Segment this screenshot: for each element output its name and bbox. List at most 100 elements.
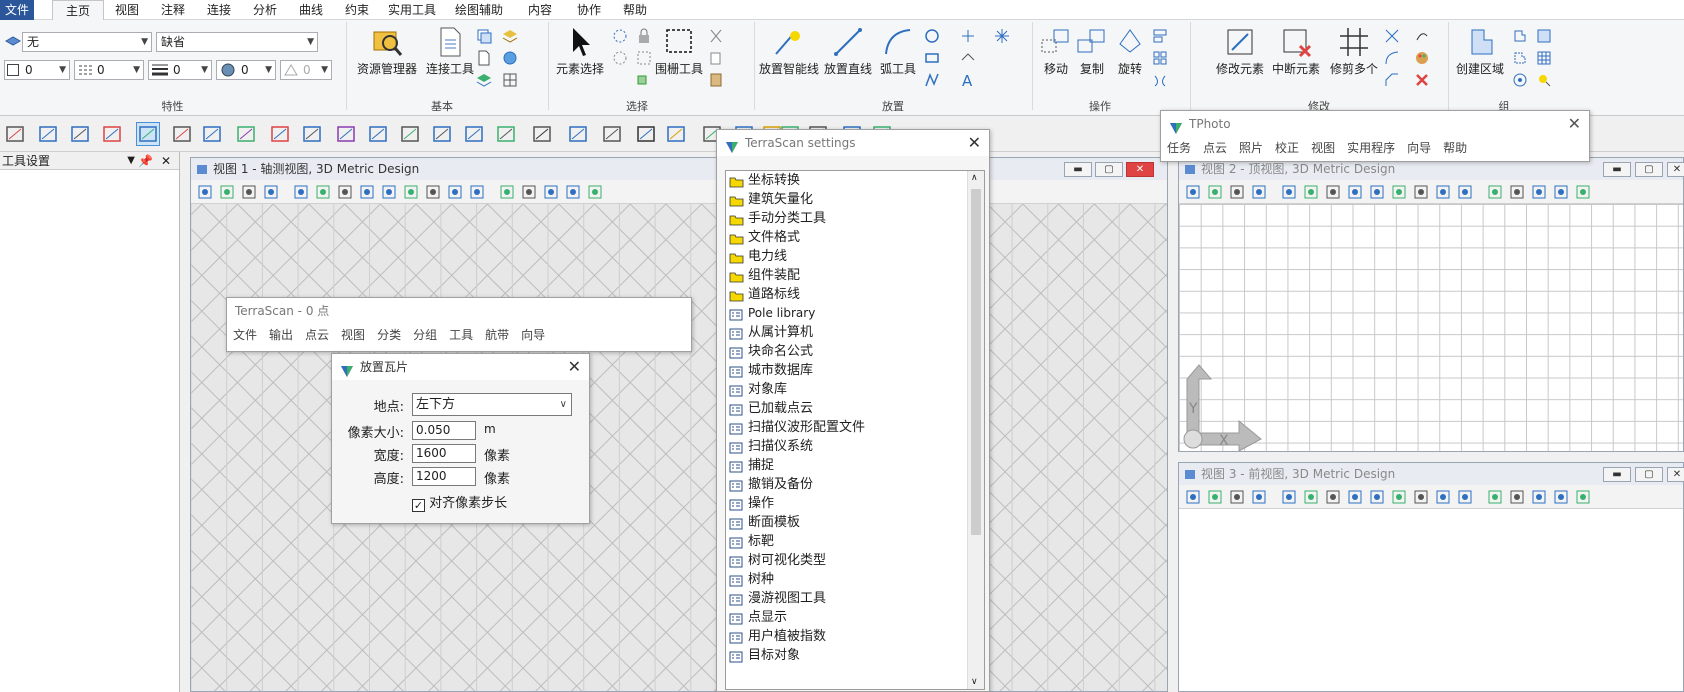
view-tool-icon[interactable] (1303, 184, 1319, 200)
view-tool-icon[interactable] (521, 184, 537, 200)
menu-tab-9[interactable]: 绘图辅助 (444, 0, 514, 20)
tree-setting-item[interactable]: 树可视化类型 (726, 551, 984, 570)
extend-icon[interactable] (1384, 28, 1400, 44)
view-3-canvas[interactable] (1179, 509, 1683, 691)
menu-item[interactable]: 分类 (377, 328, 401, 342)
copy-button[interactable]: 复制 (1074, 26, 1110, 77)
place-line-button[interactable]: 放置直线 (822, 26, 874, 77)
view-tool-icon[interactable] (315, 184, 331, 200)
select-none-icon[interactable] (612, 50, 628, 66)
menu-item[interactable]: 实用程序 (1347, 141, 1395, 155)
menu-item[interactable]: 点云 (1203, 141, 1227, 155)
menu-tab-3[interactable]: 注释 (150, 0, 196, 20)
scroll-up-icon[interactable]: ∧ (971, 173, 978, 183)
maximize-button[interactable]: ▢ (1635, 162, 1663, 177)
view-tool-icon[interactable] (403, 184, 419, 200)
toolbar-tool-icon[interactable] (664, 122, 688, 146)
table-icon[interactable] (1536, 50, 1552, 66)
toolbar-tool-icon[interactable] (494, 122, 518, 146)
toolbar-tool-icon[interactable] (36, 122, 60, 146)
view-tool-icon[interactable] (1251, 184, 1267, 200)
view-tool-icon[interactable] (1325, 184, 1341, 200)
toolbar-tool-icon[interactable] (530, 122, 554, 146)
menu-item[interactable]: 任务 (1167, 141, 1191, 155)
view-tool-icon[interactable] (219, 184, 235, 200)
view-tool-icon[interactable] (1457, 489, 1473, 505)
view-tool-icon[interactable] (1369, 489, 1385, 505)
pixel-size-input[interactable]: 0.050 (412, 421, 476, 440)
view-tool-icon[interactable] (1531, 489, 1547, 505)
named-group-icon[interactable] (1536, 28, 1552, 44)
array-icon[interactable] (1152, 50, 1168, 66)
toolbar-tool-icon[interactable] (268, 122, 292, 146)
deselect-icon[interactable] (636, 50, 652, 66)
tree-setting-item[interactable]: 断面模板 (726, 513, 984, 532)
view-tool-icon[interactable] (499, 184, 515, 200)
toolbar-tool-icon[interactable] (398, 122, 422, 146)
checkbox-box[interactable]: ✓ (412, 499, 425, 512)
maximize-button[interactable]: ▢ (1635, 467, 1663, 482)
align-pixel-checkbox[interactable]: ✓ 对齐像素步长 (412, 492, 507, 512)
view-tool-icon[interactable] (1509, 489, 1525, 505)
layers-icon[interactable] (476, 72, 492, 88)
target-icon[interactable] (1512, 72, 1528, 88)
scroll-down-icon[interactable]: ∨ (971, 677, 978, 687)
menu-item[interactable]: 向导 (521, 328, 545, 342)
grid-icon[interactable] (502, 72, 518, 88)
view-tool-icon[interactable] (447, 184, 463, 200)
style-combo[interactable]: 缺省 ▼ (156, 32, 318, 52)
menu-item[interactable]: 视图 (1311, 141, 1335, 155)
point-icon[interactable] (960, 28, 976, 44)
close-icon[interactable]: ✕ (1568, 111, 1581, 137)
tree-folder-item[interactable]: 坐标转换 (726, 171, 984, 190)
toolbar-tool-icon[interactable] (200, 122, 224, 146)
tree-setting-item[interactable]: 扫描仪波形配置文件 (726, 418, 984, 437)
toolbar-tool-icon[interactable] (334, 122, 358, 146)
tree-setting-item[interactable]: 城市数据库 (726, 361, 984, 380)
height-input[interactable]: 1200 (412, 467, 476, 486)
view-2-canvas[interactable]: Y X (1179, 204, 1683, 451)
scale-icon[interactable] (1152, 28, 1168, 44)
menu-item[interactable]: 输出 (269, 328, 293, 342)
tree-folder-item[interactable]: 文件格式 (726, 228, 984, 247)
toolbar-tool-icon[interactable] (68, 122, 92, 146)
menu-item[interactable]: 视图 (341, 328, 365, 342)
circle-icon[interactable] (924, 28, 940, 44)
lock-icon[interactable] (636, 28, 652, 44)
move-button[interactable]: 移动 (1036, 26, 1076, 77)
view-tool-icon[interactable] (1369, 184, 1385, 200)
tree-folder-item[interactable]: 手动分类工具 (726, 209, 984, 228)
view-tool-icon[interactable] (359, 184, 375, 200)
maximize-button[interactable]: ▢ (1095, 162, 1123, 177)
fillet-icon[interactable] (1384, 50, 1400, 66)
view-tool-icon[interactable] (1553, 184, 1569, 200)
view-tool-icon[interactable] (1553, 489, 1569, 505)
toolbar-tool-icon[interactable] (300, 122, 324, 146)
view-tool-icon[interactable] (1391, 489, 1407, 505)
width-input[interactable]: 1600 (412, 444, 476, 463)
menu-item[interactable]: 工具 (449, 328, 473, 342)
close-button[interactable]: ✕ (1667, 467, 1684, 482)
select-all-icon[interactable] (612, 28, 628, 44)
view-3-window[interactable]: 视图 3 - 前视图, 3D Metric Design ▬ ▢ ✕ (1178, 462, 1684, 692)
minimize-button[interactable]: ▬ (1064, 162, 1092, 177)
trim-multiple-button[interactable]: 修剪多个 (1326, 26, 1382, 77)
dropdown-arrow-icon[interactable]: ▼ (127, 152, 135, 170)
group-select-icon[interactable] (636, 72, 652, 88)
file-icon[interactable] (476, 50, 492, 66)
level-combo[interactable]: 无 ▼ (22, 32, 152, 52)
palette-icon[interactable] (1414, 50, 1430, 66)
toolbar-tool-icon[interactable] (100, 122, 124, 146)
break-element-button[interactable]: 中断元素 (1268, 26, 1324, 77)
view-tool-icon[interactable] (1457, 184, 1473, 200)
view-tool-icon[interactable] (1391, 184, 1407, 200)
tree-setting-item[interactable]: 扫描仪系统 (726, 437, 984, 456)
toolbar-tool-icon[interactable] (136, 122, 160, 146)
view-tool-icon[interactable] (1575, 489, 1591, 505)
delete-icon[interactable] (1414, 72, 1430, 88)
view-tool-icon[interactable] (1575, 184, 1591, 200)
copy-models-icon[interactable] (476, 28, 492, 44)
menu-item[interactable]: 向导 (1407, 141, 1431, 155)
menu-tab-1[interactable]: 主页 (52, 0, 104, 21)
menu-item[interactable]: 校正 (1275, 141, 1299, 155)
